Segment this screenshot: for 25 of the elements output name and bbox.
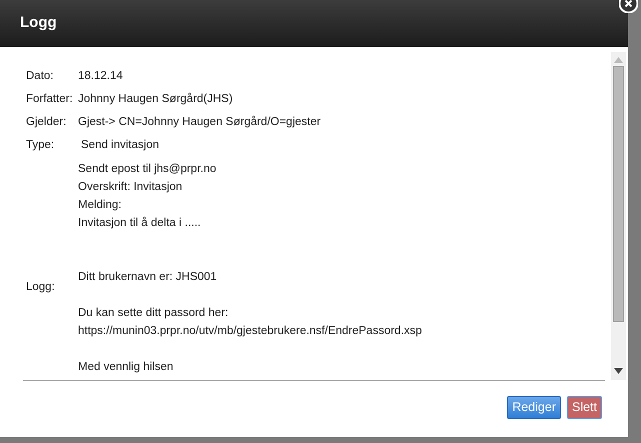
edit-button[interactable]: Rediger <box>507 396 561 419</box>
field-value: 18.12.14 <box>78 68 123 84</box>
field-label: Dato: <box>26 68 54 84</box>
field-label: Type: <box>26 138 56 153</box>
message-line: Invitasjon til å delta i ..... <box>78 216 202 231</box>
message-line: Melding: <box>78 198 122 213</box>
message-line: Sendt epost til jhs@prpr.no <box>78 162 218 177</box>
field-value: Johnny Haugen Sørgård(JHS) <box>78 92 233 107</box>
scroll-down-icon[interactable] <box>614 368 623 374</box>
log-line: Med vennlig hilsen <box>78 360 174 375</box>
log-line: Du kan sette ditt passord her: <box>78 306 230 321</box>
field-value: Send invitasjon <box>80 138 159 153</box>
scrollbar[interactable] <box>611 52 626 380</box>
field-label: Gjelder: <box>26 114 68 130</box>
log-line: https://munin03.prpr.no/utv/mb/gjestebrukere.nsf/EndrePassord.xsp <box>78 324 422 339</box>
close-icon[interactable] <box>619 0 638 13</box>
field-label: Forfatter: <box>26 92 74 107</box>
delete-button[interactable]: Slett <box>566 396 602 419</box>
message-line: Overskrift: Invitasjon <box>78 180 184 195</box>
scroll-thumb[interactable] <box>613 66 624 322</box>
log-line: Ditt brukernavn er: JHS001 <box>78 270 218 285</box>
field-label: Logg: <box>26 280 56 295</box>
scroll-up-icon[interactable] <box>614 57 623 63</box>
field-value: Gjest-> CN=Johnny Haugen Sørgård/O=gjester <box>78 114 321 130</box>
dialog-title: Logg <box>20 13 57 34</box>
